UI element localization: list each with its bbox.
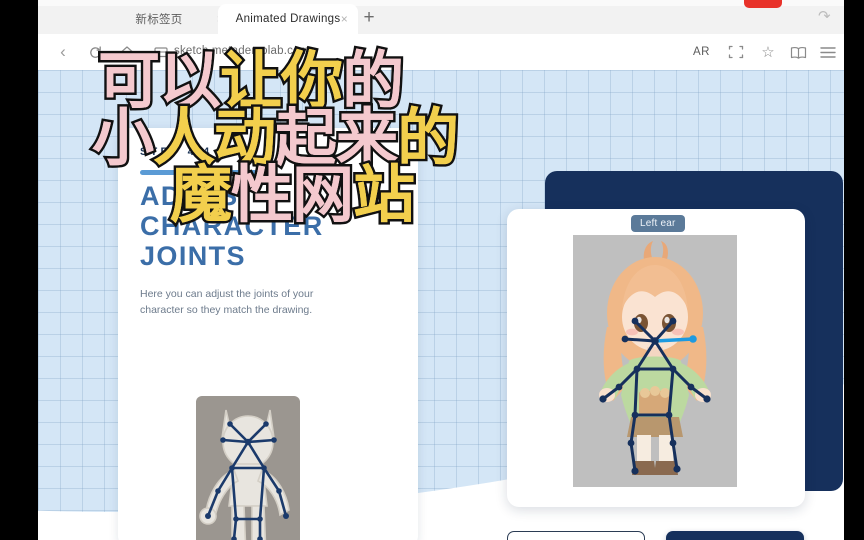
heading-underline — [140, 170, 258, 175]
page-title-line2: CHARACTER — [140, 211, 324, 242]
sketch-thumbnail[interactable] — [196, 396, 300, 540]
scan-icon[interactable] — [728, 44, 744, 60]
page-title-line3: JOINTS — [140, 241, 246, 272]
device-viewport: 新标签页 × Animated Drawings × + ↷ ‹ — [38, 0, 844, 540]
scan-glyph — [728, 45, 744, 59]
highlighted-bone-left-ear[interactable] — [653, 337, 695, 343]
editor-card: Left ear — [507, 209, 805, 507]
character-artwork — [599, 241, 711, 475]
joint-tooltip: Left ear — [631, 215, 685, 232]
url-text[interactable]: sketch.metademolab.com — [174, 45, 309, 57]
instruction-text: Here you can adjust the joints of your c… — [140, 286, 396, 319]
menu-icon[interactable] — [820, 45, 836, 59]
sketch-skeleton — [199, 409, 290, 540]
browser-tab-new-tab-page[interactable]: 新标签页 × — [84, 4, 234, 34]
undo-icon[interactable]: ↷ — [818, 9, 834, 25]
back-icon[interactable]: ‹ — [54, 42, 72, 61]
tab-title: Animated Drawings — [235, 13, 341, 25]
instruction-card: STEP 4/4 ADJUST CHARACTER JOINTS Here yo… — [118, 128, 418, 540]
tab-title: 新标签页 — [135, 14, 183, 26]
close-icon[interactable]: × — [341, 13, 348, 25]
character-canvas[interactable] — [573, 235, 737, 487]
previous-button[interactable]: Previous — [507, 531, 645, 540]
reload-glyph — [89, 45, 101, 58]
new-tab-button[interactable]: + — [358, 8, 380, 30]
menu-glyph — [820, 46, 836, 58]
home-glyph — [120, 45, 134, 59]
page-title-line1: ADJUST — [140, 181, 257, 211]
step-label: STEP 4/4 — [140, 146, 213, 158]
ar-button[interactable]: AR — [693, 46, 710, 58]
character-skeleton — [599, 241, 711, 475]
red-notification-badge — [744, 0, 782, 8]
browser-tab-strip: 新标签页 × Animated Drawings × + ↷ — [38, 0, 844, 34]
book-glyph — [790, 46, 807, 59]
bookmark-star-icon[interactable]: ☆ — [760, 44, 776, 61]
page-title: ADJUST CHARACTER JOINTS — [140, 181, 396, 272]
home-icon[interactable] — [118, 43, 136, 61]
reload-icon[interactable] — [86, 43, 104, 61]
screenshot-root: 新标签页 × Animated Drawings × + ↷ ‹ — [0, 0, 864, 540]
reading-list-icon[interactable] — [790, 45, 807, 60]
selected-joint-left-ear[interactable] — [689, 335, 697, 343]
page-info-icon[interactable] — [154, 45, 168, 59]
page-info-glyph — [154, 47, 168, 58]
browser-address-bar: ‹ sketch.metademolab.com AR ☆ — [38, 34, 844, 70]
instruction-line1: Here you can adjust the joints of your — [140, 287, 314, 300]
instruction-line2: character so they match the drawing. — [140, 303, 313, 316]
web-page-content: STEP 4/4 ADJUST CHARACTER JOINTS Here yo… — [38, 70, 844, 540]
browser-tab-animated-drawings[interactable]: Animated Drawings × — [218, 4, 358, 34]
next-button[interactable]: Next → — [666, 531, 804, 540]
